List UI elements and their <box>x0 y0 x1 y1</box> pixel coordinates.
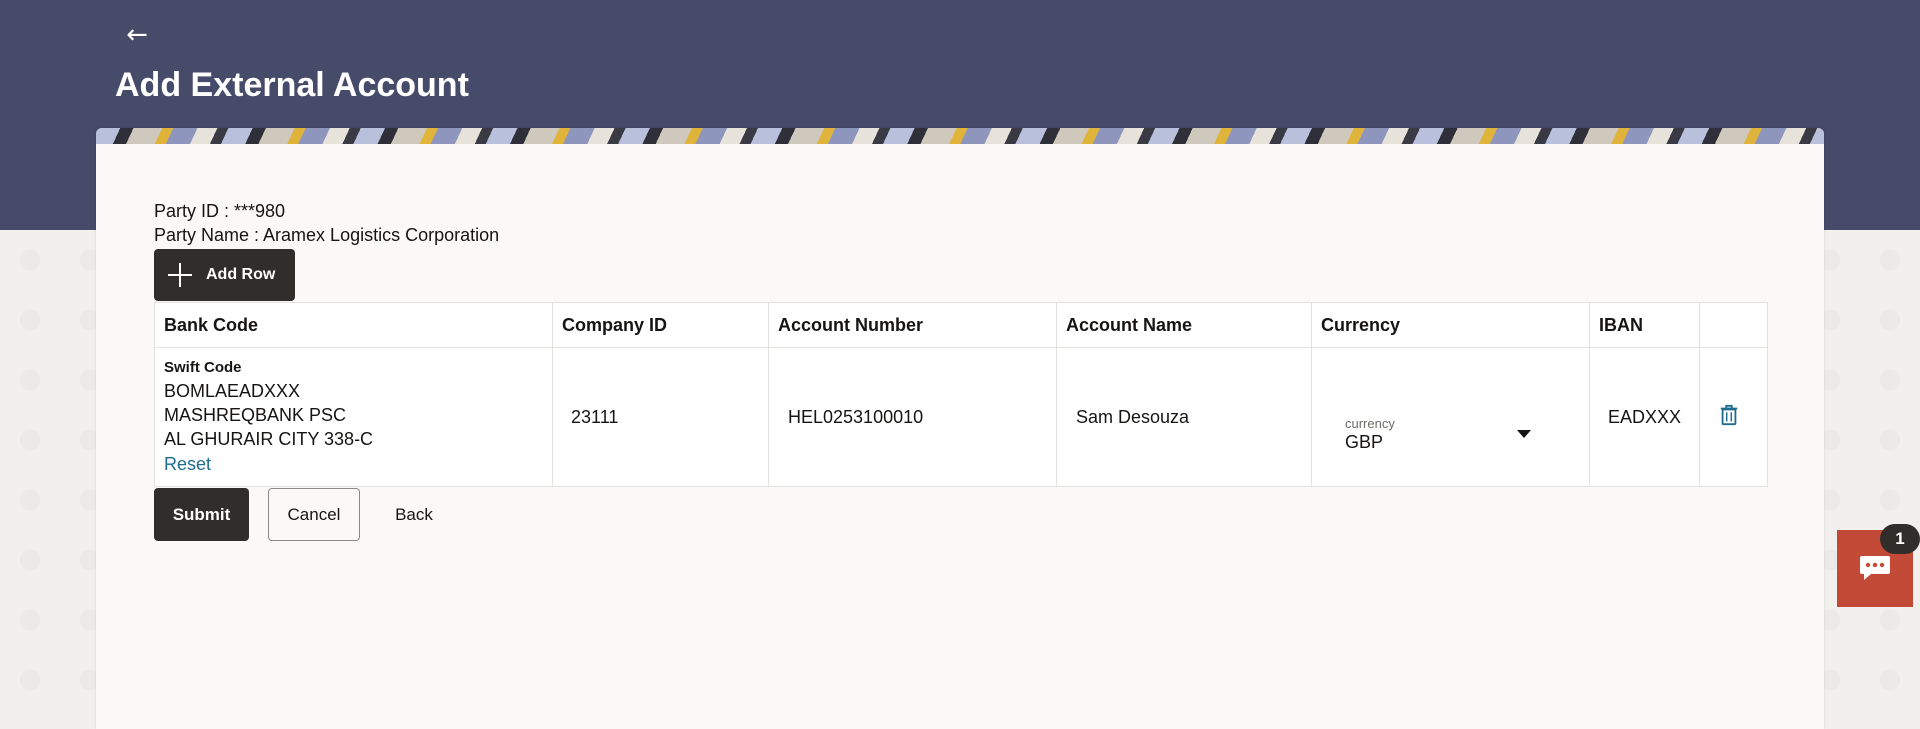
column-divider <box>1311 303 1312 486</box>
back-arrow-icon[interactable]: ← <box>120 18 154 52</box>
swift-code-value: BOMLAEADXXX <box>164 381 301 401</box>
iban-field[interactable]: EADXXX <box>1608 407 1681 428</box>
currency-select-label: currency <box>1345 416 1395 431</box>
currency-select[interactable]: currency GBP <box>1337 416 1537 456</box>
account-name-field[interactable]: Sam Desouza <box>1076 407 1189 428</box>
chat-bubble-icon <box>1860 556 1890 580</box>
swift-code-label: Swift Code <box>164 359 242 376</box>
add-row-button[interactable]: Add Row <box>154 249 295 301</box>
column-divider <box>1699 303 1700 486</box>
column-divider <box>552 303 553 486</box>
column-divider <box>1056 303 1057 486</box>
add-row-label: Add Row <box>206 266 276 283</box>
chat-notification-badge: 1 <box>1880 524 1920 554</box>
trash-icon[interactable] <box>1718 404 1740 426</box>
header-row-divider <box>155 347 1767 348</box>
bank-name: MASHREQBANK PSC <box>164 405 347 425</box>
plus-icon <box>168 263 192 287</box>
currency-select-value: GBP <box>1345 432 1384 452</box>
card-decorative-banner <box>96 128 1824 144</box>
cancel-button[interactable]: Cancel <box>268 488 360 541</box>
header-company-id: Company ID <box>562 315 668 335</box>
submit-button[interactable]: Submit <box>154 488 249 541</box>
reset-link[interactable]: Reset <box>164 454 211 475</box>
header-iban: IBAN <box>1599 315 1643 335</box>
column-divider <box>1589 303 1590 486</box>
column-divider <box>768 303 769 486</box>
party-id: Party ID : ***980 <box>154 201 286 221</box>
company-id-field[interactable]: 23111 <box>571 407 618 428</box>
chevron-down-icon <box>1517 430 1531 438</box>
form-card: Party ID : ***980 Party Name : Aramex Lo… <box>96 128 1824 729</box>
page-title: Add External Account <box>115 66 469 104</box>
accounts-table: Bank Code Company ID Account Number Acco… <box>154 302 1768 487</box>
header-bank-code: Bank Code <box>164 315 259 335</box>
header-account-name: Account Name <box>1066 315 1193 335</box>
party-name: Party Name : Aramex Logistics Corporatio… <box>154 225 500 245</box>
back-button[interactable]: Back <box>374 488 454 541</box>
bank-address: AL GHURAIR CITY 338-C <box>164 429 374 449</box>
account-number-field[interactable]: HEL0253100010 <box>788 407 923 428</box>
header-currency: Currency <box>1321 315 1401 335</box>
header-account-number: Account Number <box>778 315 924 335</box>
